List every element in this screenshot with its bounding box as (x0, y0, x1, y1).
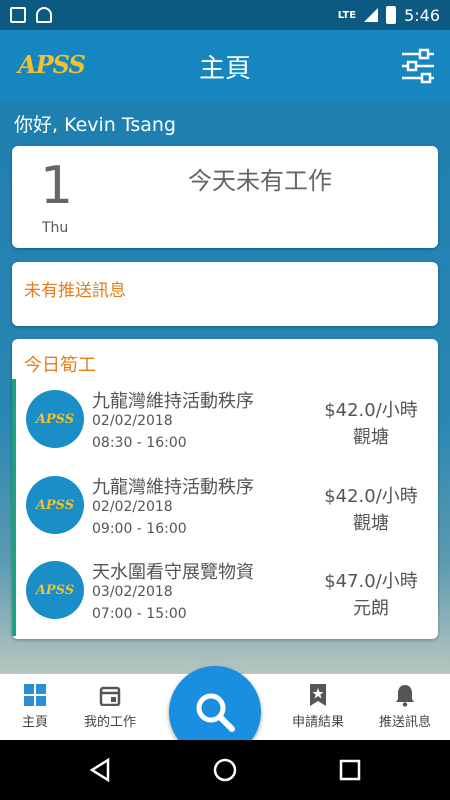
battery-icon (386, 6, 397, 24)
greeting: 你好, Kevin Tsang (14, 114, 176, 136)
grid-icon (24, 684, 46, 706)
nav-push-label: 推送訊息 (378, 715, 431, 730)
job-wage: $42.0/小時 (324, 400, 418, 421)
search-icon (196, 693, 235, 732)
android-icon (36, 7, 52, 23)
job-item[interactable]: APSS 九龍灣維持活動秩序 02/02/2018 09:00 - 16:00 … (12, 465, 438, 551)
job-location: 觀塘 (353, 513, 389, 534)
bookmark-star-icon (310, 684, 326, 706)
nav-results-label: 申請結果 (291, 715, 344, 730)
job-logo: APSS (26, 476, 84, 534)
job-wage: $47.0/小時 (324, 571, 418, 592)
nav-home[interactable]: 主頁 (0, 682, 70, 730)
sliders-icon (402, 48, 434, 84)
system-nav-bar (0, 740, 450, 800)
today-work-status: 今天未有工作 (188, 167, 332, 195)
job-date: 03/02/2018 (92, 584, 173, 600)
job-name: 九龍灣維持活動秩序 (92, 391, 254, 412)
app-bar: APSS 主頁 (0, 30, 450, 102)
hot-jobs-title: 今日筍工 (24, 355, 96, 376)
job-name: 九龍灣維持活動秩序 (92, 477, 254, 498)
job-time: 08:30 - 16:00 (92, 435, 187, 451)
today-card[interactable]: 1 Thu 今天未有工作 (12, 146, 438, 248)
signal-icon (364, 8, 379, 22)
job-logo: APSS (26, 561, 84, 619)
status-bar: LTE 5:46 (0, 0, 450, 30)
job-wage: $42.0/小時 (324, 486, 418, 507)
job-item[interactable]: APSS 九龍灣維持活動秩序 02/02/2018 08:30 - 16:00 … (12, 379, 438, 465)
job-date: 02/02/2018 (92, 413, 173, 429)
job-item[interactable]: APSS 天水圍看守展覽物資 03/02/2018 07:00 - 15:00 … (12, 550, 438, 636)
sd-card-icon (10, 7, 26, 23)
job-logo: APSS (26, 390, 84, 448)
push-message-text: 未有推送訊息 (24, 281, 126, 301)
nav-my-jobs-label: 我的工作 (83, 715, 136, 730)
nav-home-label: 主頁 (21, 715, 48, 730)
job-time: 09:00 - 16:00 (92, 521, 187, 537)
job-location: 觀塘 (353, 427, 389, 448)
job-date: 02/02/2018 (92, 499, 173, 515)
push-message-card[interactable]: 未有推送訊息 (12, 262, 438, 326)
page-title: 主頁 (198, 53, 251, 84)
app-logo: APSS (18, 50, 86, 79)
job-location: 元朗 (353, 598, 389, 619)
nav-my-jobs[interactable]: 我的工作 (75, 682, 145, 730)
bell-icon (396, 685, 414, 707)
weekday: Thu (42, 220, 69, 236)
back-icon[interactable] (88, 758, 112, 782)
home-icon[interactable] (212, 757, 238, 783)
filter-settings-button[interactable] (398, 46, 438, 86)
job-time: 07:00 - 15:00 (92, 606, 187, 622)
clock: 5:46 (404, 5, 440, 25)
hot-jobs-card: 今日筍工 APSS 九龍灣維持活動秩序 02/02/2018 08:30 - 1… (12, 339, 438, 639)
job-name: 天水圍看守展覽物資 (92, 562, 254, 583)
nav-results[interactable]: 申請結果 (283, 682, 353, 730)
nav-push[interactable]: 推送訊息 (370, 682, 440, 730)
recents-icon[interactable] (338, 758, 362, 782)
network-type: LTE (337, 9, 357, 21)
calendar-icon (99, 686, 121, 706)
day-number: 1 (40, 156, 74, 216)
